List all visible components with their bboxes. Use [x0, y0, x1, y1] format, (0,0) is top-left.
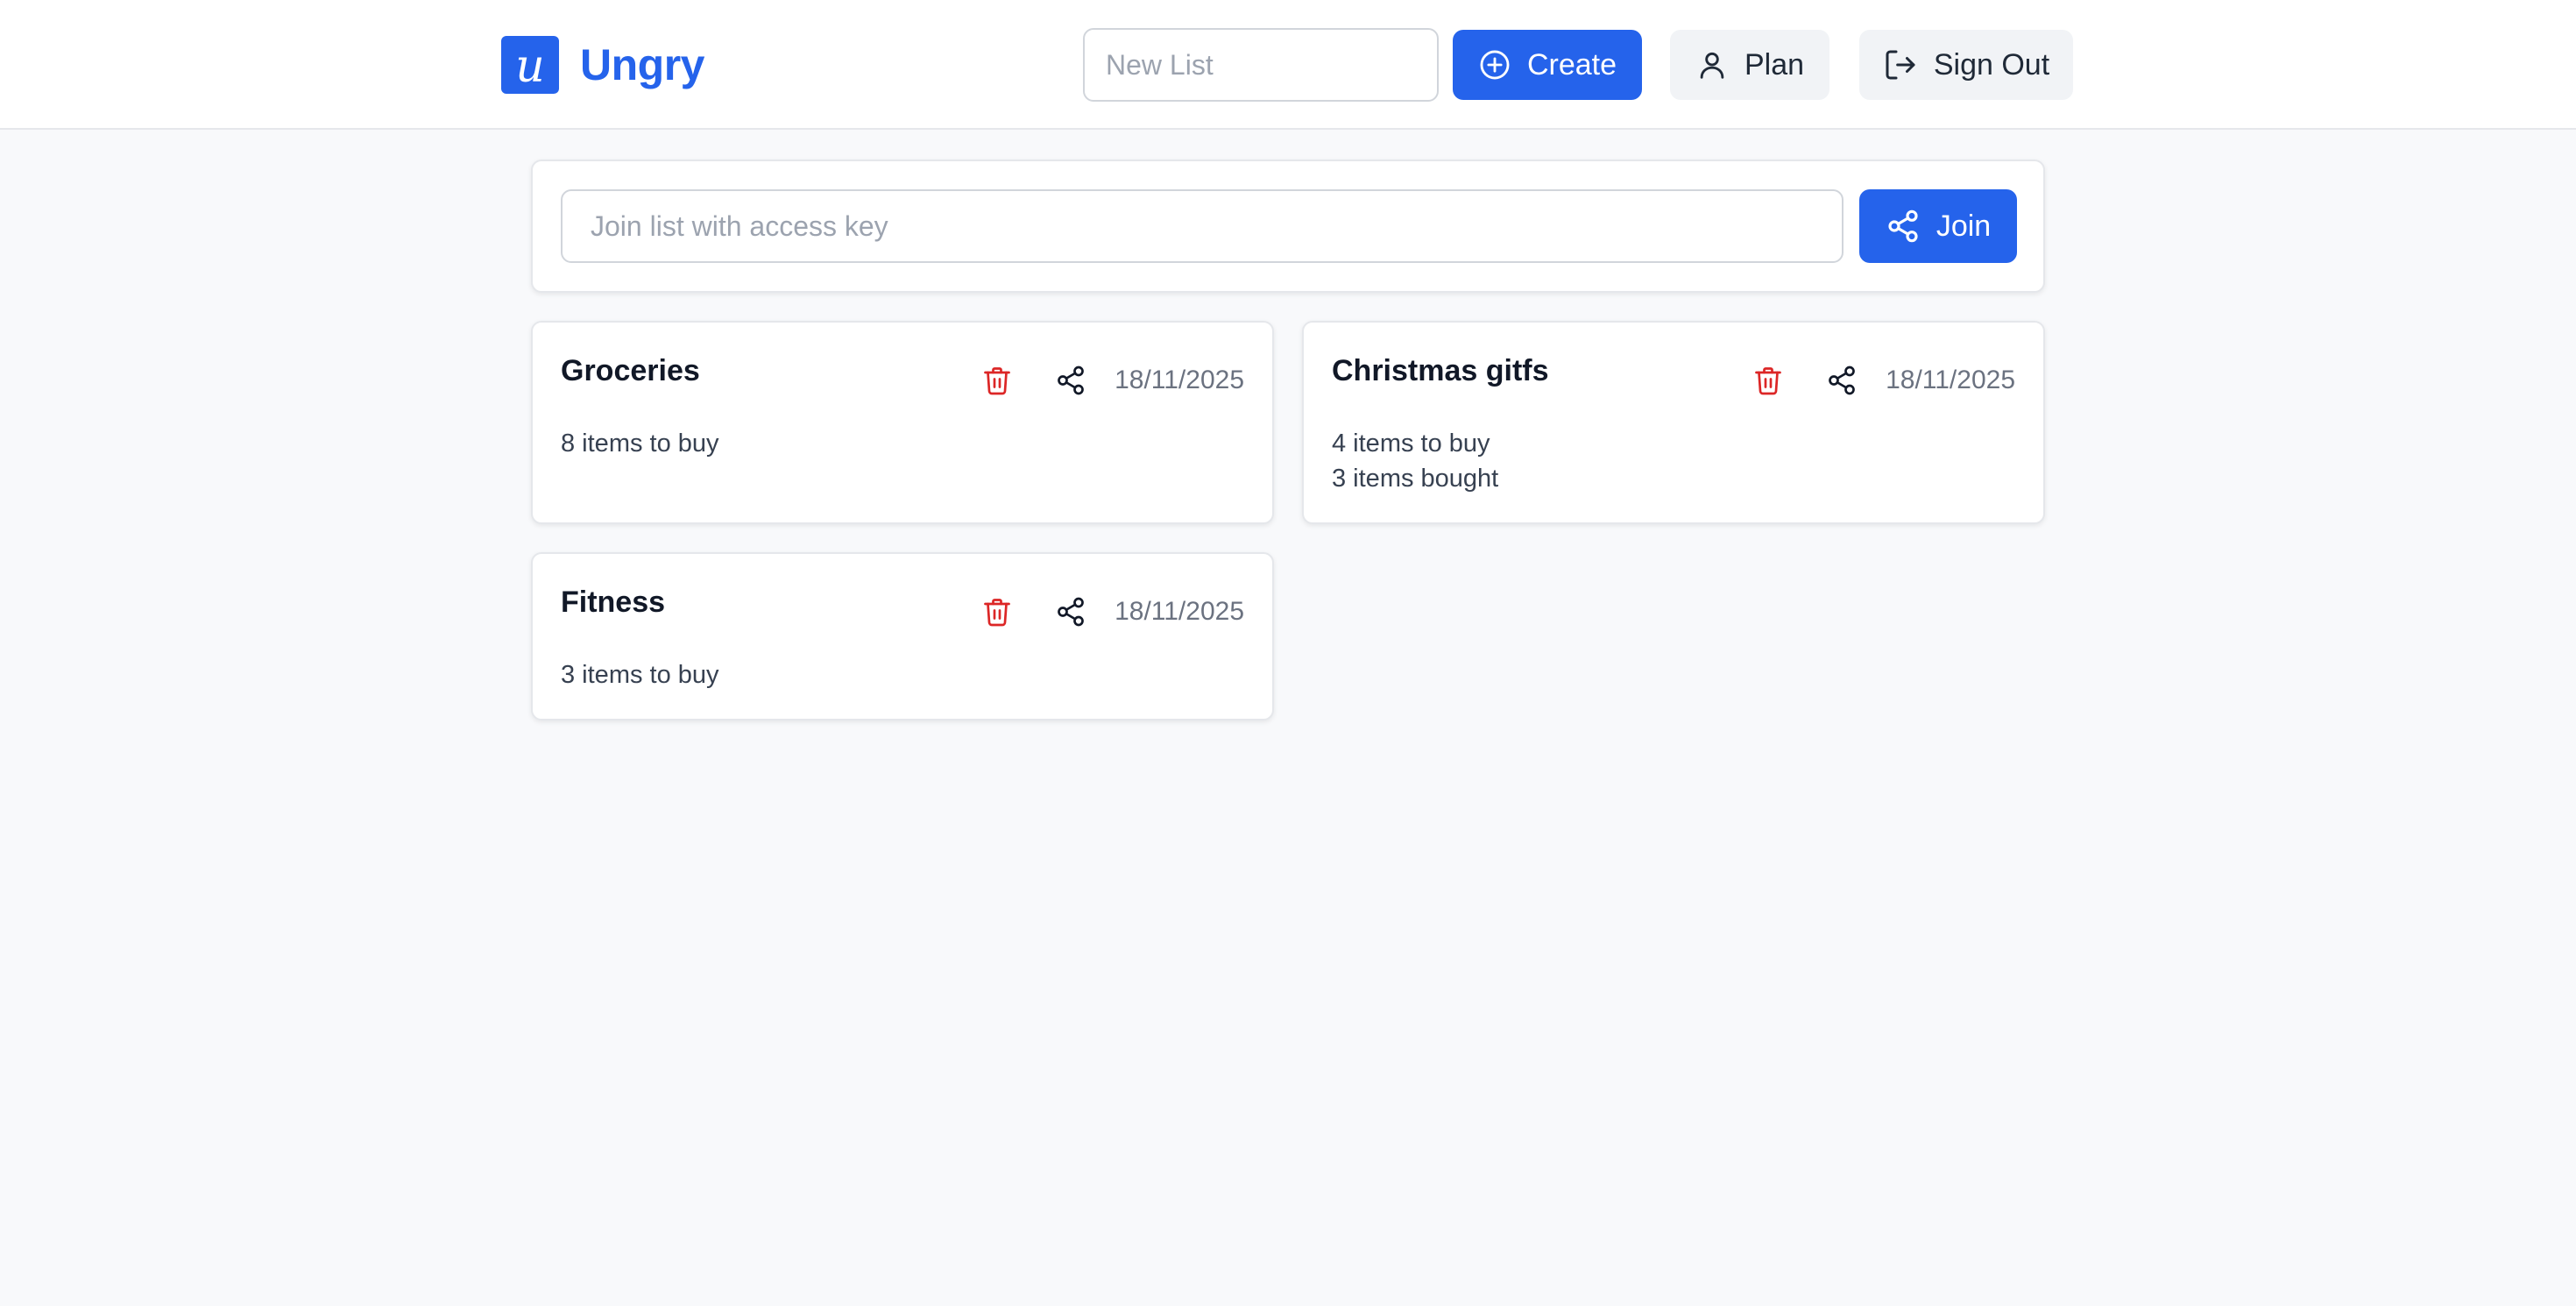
list-card-actions: 18/11/2025	[1744, 356, 2015, 405]
plan-button[interactable]: Plan	[1670, 30, 1829, 100]
app-logo[interactable]: u Ungry	[501, 35, 704, 95]
list-summary-line: 3 items to buy	[561, 661, 719, 689]
list-summary: 4 items to buy 3 items bought	[1332, 426, 1498, 496]
list-summary-line: 4 items to buy	[1332, 429, 1490, 458]
create-button[interactable]: Create	[1453, 30, 1642, 100]
list-date: 18/11/2025	[1886, 366, 2015, 394]
trash-icon	[984, 599, 1010, 627]
app-name: Ungry	[580, 40, 704, 89]
delete-list-button[interactable]	[973, 587, 1022, 636]
share-list-button[interactable]	[1817, 356, 1866, 405]
logout-icon	[1883, 47, 1918, 82]
plan-button-label: Plan	[1744, 47, 1805, 82]
share-icon	[1058, 597, 1084, 627]
list-card[interactable]: Groceries 18/11/2025 8 items to buy	[531, 321, 1274, 524]
logo-mark-icon: u	[501, 36, 559, 94]
share-icon	[1886, 209, 1921, 244]
share-list-button[interactable]	[1046, 587, 1095, 636]
delete-list-button[interactable]	[973, 356, 1022, 405]
join-button[interactable]: Join	[1859, 189, 2017, 263]
sign-out-button-label: Sign Out	[1933, 47, 2050, 82]
list-summary-line: 8 items to buy	[561, 429, 719, 458]
list-card-actions: 18/11/2025	[973, 356, 1244, 405]
trash-icon	[1755, 367, 1781, 395]
share-icon	[1829, 366, 1855, 395]
logo-letter: u	[515, 40, 545, 93]
share-list-button[interactable]	[1046, 356, 1095, 405]
list-card-actions: 18/11/2025	[973, 587, 1244, 636]
list-date: 18/11/2025	[1115, 366, 1244, 394]
list-date: 18/11/2025	[1115, 597, 1244, 626]
trash-icon	[984, 367, 1010, 395]
list-title: Groceries	[561, 354, 700, 387]
list-title: Fitness	[561, 586, 666, 619]
delete-list-button[interactable]	[1744, 356, 1793, 405]
user-icon	[1695, 48, 1729, 82]
create-button-label: Create	[1526, 47, 1617, 82]
list-card[interactable]: Christmas gitfs 18/11/2025 4 items to bu…	[1302, 321, 2045, 524]
access-key-input[interactable]	[561, 189, 1844, 263]
list-summary: 3 items to buy	[561, 657, 719, 692]
list-card[interactable]: Fitness 18/11/2025 3 items to buy	[531, 552, 1274, 720]
new-list-input[interactable]	[1083, 28, 1439, 102]
join-button-label: Join	[1936, 209, 1992, 243]
sign-out-button[interactable]: Sign Out	[1859, 30, 2073, 100]
share-icon	[1058, 366, 1084, 395]
app-header: u Ungry Create Plan	[0, 0, 2576, 130]
list-title: Christmas gitfs	[1332, 354, 1549, 387]
list-summary: 8 items to buy	[561, 426, 719, 461]
plus-circle-icon	[1478, 48, 1511, 82]
list-summary-line: 3 items bought	[1332, 465, 1499, 493]
join-list-panel: Join	[531, 160, 2045, 293]
